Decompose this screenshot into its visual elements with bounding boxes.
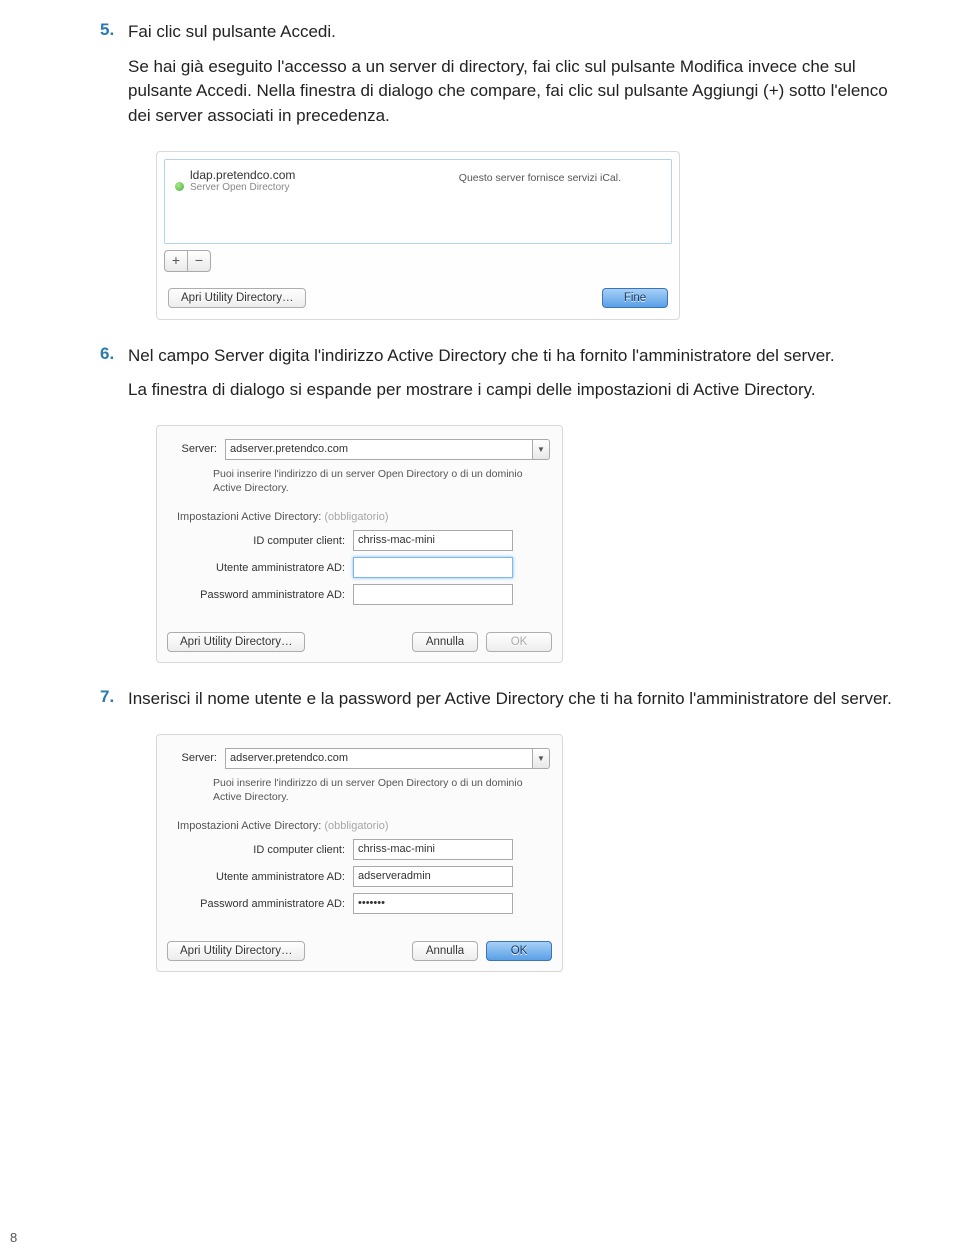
step-body: Se hai già eseguito l'accesso a un serve… <box>128 55 910 129</box>
step-title: Fai clic sul pulsante Accedi. <box>128 20 910 45</box>
remove-server-button[interactable]: − <box>187 250 211 272</box>
ok-button[interactable]: OK <box>486 632 552 652</box>
server-dropdown-icon[interactable]: ▼ <box>533 748 550 769</box>
ad-section-title: Impostazioni Active Directory: (obbligat… <box>157 505 562 527</box>
client-id-input[interactable]: chriss-mac-mini <box>353 530 513 551</box>
ad-admin-user-label: Utente amministratore AD: <box>171 562 353 574</box>
server-dropdown-icon[interactable]: ▼ <box>533 439 550 460</box>
page-number: 8 <box>10 1230 17 1245</box>
directory-servers-dialog: ldap.pretendco.com Server Open Directory… <box>156 151 680 320</box>
server-hint: Puoi inserire l'indirizzo di un server O… <box>157 772 562 814</box>
step-7: 7. Inserisci il nome utente e la passwor… <box>100 687 910 722</box>
ad-settings-dialog-filled: Server: adserver.pretendco.com ▼ Puoi in… <box>156 734 563 972</box>
server-input[interactable]: adserver.pretendco.com <box>225 748 533 769</box>
client-id-label: ID computer client: <box>171 844 353 856</box>
ad-admin-user-input[interactable] <box>353 557 513 578</box>
ad-admin-user-input[interactable]: adserveradmin <box>353 866 513 887</box>
ad-settings-dialog-empty: Server: adserver.pretendco.com ▼ Puoi in… <box>156 425 563 663</box>
step-number: 7. <box>100 687 128 722</box>
step-title: Inserisci il nome utente e la password p… <box>128 687 910 712</box>
step-body: La finestra di dialogo si espande per mo… <box>128 378 910 403</box>
ad-section-title: Impostazioni Active Directory: (obbligat… <box>157 814 562 836</box>
ad-admin-pass-label: Password amministratore AD: <box>171 898 353 910</box>
open-directory-utility-button[interactable]: Apri Utility Directory… <box>168 288 306 308</box>
server-label: Server: <box>169 752 225 764</box>
ad-admin-user-label: Utente amministratore AD: <box>171 871 353 883</box>
server-combo[interactable]: adserver.pretendco.com ▼ <box>225 748 550 769</box>
ad-admin-pass-label: Password amministratore AD: <box>171 589 353 601</box>
cancel-button[interactable]: Annulla <box>412 941 478 961</box>
server-label: Server: <box>169 443 225 455</box>
server-hint: Puoi inserire l'indirizzo di un server O… <box>157 463 562 505</box>
step-number: 6. <box>100 344 128 413</box>
add-server-button[interactable]: + <box>164 250 187 272</box>
step-title: Nel campo Server digita l'indirizzo Acti… <box>128 344 910 369</box>
ad-admin-pass-input[interactable] <box>353 584 513 605</box>
server-type: Server Open Directory <box>190 182 459 193</box>
server-list-row[interactable]: ldap.pretendco.com Server Open Directory… <box>164 159 672 244</box>
server-service-message: Questo server fornisce servizi iCal. <box>459 172 661 184</box>
status-online-icon <box>175 182 184 191</box>
server-combo[interactable]: adserver.pretendco.com ▼ <box>225 439 550 460</box>
open-directory-utility-button[interactable]: Apri Utility Directory… <box>167 941 305 961</box>
done-button[interactable]: Fine <box>602 288 668 308</box>
client-id-input[interactable]: chriss-mac-mini <box>353 839 513 860</box>
server-hostname: ldap.pretendco.com <box>190 168 459 182</box>
open-directory-utility-button[interactable]: Apri Utility Directory… <box>167 632 305 652</box>
cancel-button[interactable]: Annulla <box>412 632 478 652</box>
step-number: 5. <box>100 20 128 139</box>
ad-admin-pass-input[interactable]: ••••••• <box>353 893 513 914</box>
ok-button[interactable]: OK <box>486 941 552 961</box>
step-5: 5. Fai clic sul pulsante Accedi. Se hai … <box>100 20 910 139</box>
server-input[interactable]: adserver.pretendco.com <box>225 439 533 460</box>
client-id-label: ID computer client: <box>171 535 353 547</box>
step-6: 6. Nel campo Server digita l'indirizzo A… <box>100 344 910 413</box>
